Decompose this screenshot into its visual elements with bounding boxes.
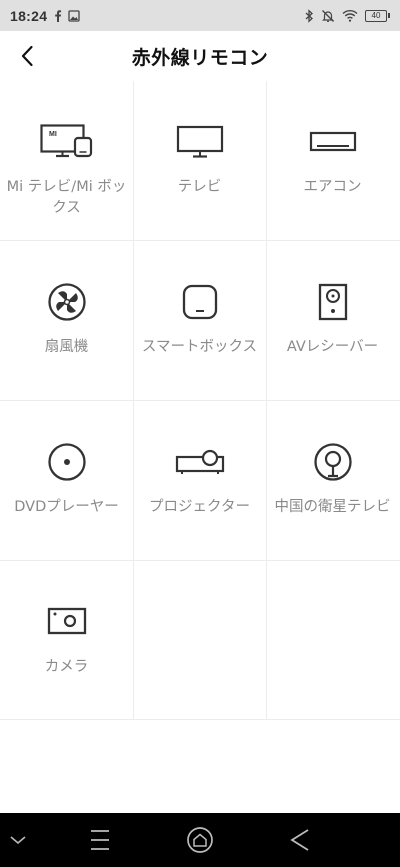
device-air-conditioner[interactable]: エアコン <box>266 81 399 241</box>
device-dvd-player[interactable]: DVDプレーヤー <box>0 401 133 561</box>
navigation-bar <box>0 813 400 867</box>
grid-divider <box>0 400 400 401</box>
nav-home-button[interactable] <box>185 825 215 855</box>
device-label: スマートボックス <box>141 339 258 355</box>
status-time: 18:24 <box>10 7 48 24</box>
device-camera[interactable]: カメラ <box>0 561 133 721</box>
device-label: 扇風機 <box>44 339 89 355</box>
mute-icon <box>322 9 334 22</box>
projector-icon <box>175 439 225 485</box>
bluetooth-icon <box>305 8 313 23</box>
battery-icon: 40 <box>365 9 390 22</box>
menu-icon <box>91 830 109 850</box>
satellite-icon <box>313 439 353 485</box>
status-left-icons <box>53 9 80 22</box>
device-label: Mi テレビ/Mi ボックス <box>6 179 127 216</box>
disc-icon <box>47 439 87 485</box>
device-av-receiver[interactable]: AVレシーバー <box>266 241 399 401</box>
device-fan[interactable]: 扇風機 <box>0 241 133 401</box>
header: 赤外線リモコン <box>0 31 400 81</box>
battery-level: 40 <box>365 9 387 22</box>
device-label: カメラ <box>44 659 89 675</box>
facebook-icon <box>55 10 62 22</box>
nav-back-button[interactable] <box>285 825 315 855</box>
svg-text:MI: MI <box>49 131 57 138</box>
camera-icon <box>47 599 87 645</box>
chevron-down-icon <box>10 836 26 845</box>
smart-box-icon <box>182 279 218 325</box>
device-tv[interactable]: テレビ <box>133 81 266 241</box>
device-label: エアコン <box>303 179 362 195</box>
fan-icon <box>47 279 87 325</box>
device-label: AVレシーバー <box>286 339 379 355</box>
device-projector[interactable]: プロジェクター <box>133 401 266 561</box>
back-button[interactable] <box>10 39 44 73</box>
grid-divider <box>0 719 400 720</box>
image-icon <box>68 9 80 22</box>
device-label: プロジェクター <box>149 499 250 515</box>
device-mi-tv-box[interactable]: MI Mi テレビ/Mi ボックス <box>0 81 133 241</box>
status-bar: 18:24 40 <box>0 0 400 31</box>
grid-divider <box>0 560 400 561</box>
device-label: DVDプレーヤー <box>14 499 119 515</box>
device-smart-box[interactable]: スマートボックス <box>133 241 266 401</box>
device-label: 中国の衛星テレビ <box>274 499 391 515</box>
device-label: テレビ <box>177 179 222 195</box>
wifi-icon <box>342 9 358 22</box>
status-right-icons: 40 <box>305 8 390 23</box>
nav-collapse-button[interactable] <box>3 825 33 855</box>
chevron-left-icon <box>21 45 33 67</box>
tv-icon <box>176 119 224 165</box>
device-grid: MI Mi テレビ/Mi ボックス テレビ エアコン 扇風機 スマートボックス … <box>0 81 400 720</box>
mi-tv-box-icon: MI <box>39 119 94 165</box>
nav-menu-button[interactable] <box>85 825 115 855</box>
air-conditioner-icon <box>309 119 357 165</box>
grid-divider <box>0 240 400 241</box>
home-icon <box>187 827 213 853</box>
device-satellite-tv[interactable]: 中国の衛星テレビ <box>266 401 399 561</box>
back-icon <box>290 829 309 851</box>
speaker-icon <box>318 279 348 325</box>
page-title: 赤外線リモコン <box>131 46 269 69</box>
